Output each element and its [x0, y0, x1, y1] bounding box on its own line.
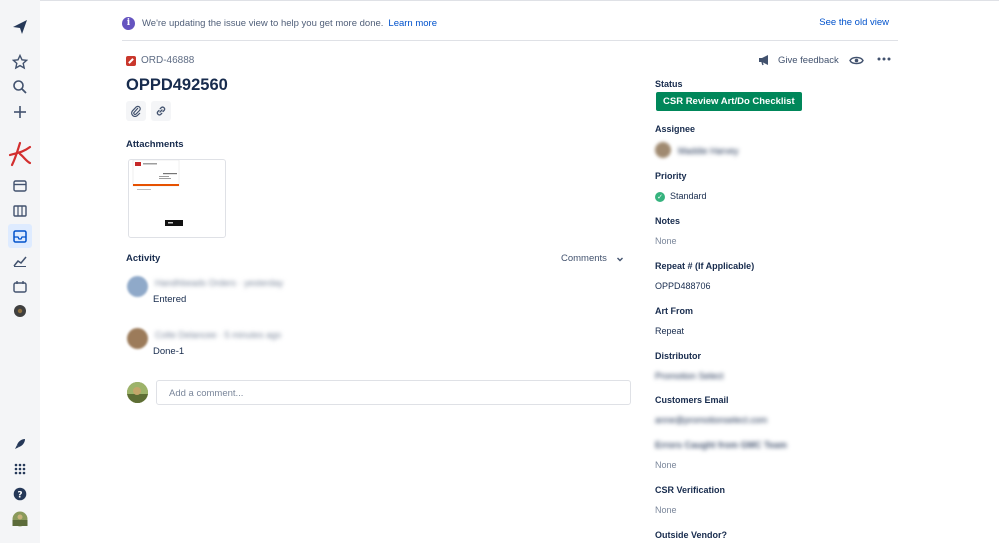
distributor-value[interactable]: Promotion Select	[655, 371, 724, 381]
learn-more-link[interactable]: Learn more	[388, 18, 437, 29]
activity-author: Colte Delancee	[155, 330, 217, 340]
document-preview-icon	[132, 160, 183, 226]
art-from-value[interactable]: Repeat	[655, 326, 684, 336]
link-issue-button[interactable]	[151, 101, 171, 121]
check-circle-icon: ✓	[655, 191, 665, 202]
banner-divider	[122, 40, 898, 41]
activity-entry-text: Done-1	[153, 346, 185, 357]
app-switcher-icon[interactable]	[8, 457, 32, 481]
link-icon	[156, 106, 166, 116]
current-user-avatar	[127, 382, 148, 403]
star-icon[interactable]	[8, 50, 32, 74]
paperclip-icon	[131, 105, 141, 117]
repeat-value[interactable]: OPPD488706	[655, 281, 711, 291]
repeat-label: Repeat # (If Applicable)	[655, 261, 755, 271]
assignee-label: Assignee	[655, 124, 696, 134]
old-view-link[interactable]: See the old view	[819, 17, 889, 28]
more-actions-button[interactable]	[877, 56, 891, 62]
assignee-value[interactable]: Maddie Harvey	[678, 146, 739, 156]
priority-field[interactable]: ✓ Standard	[655, 191, 707, 202]
errors-label: Errors Caught from GMC Team	[655, 440, 787, 450]
svg-text:?: ?	[17, 491, 22, 501]
give-feedback-button[interactable]: Give feedback	[758, 54, 839, 66]
activity-heading: Activity	[126, 253, 161, 264]
assignee-avatar	[655, 142, 671, 158]
eye-icon	[849, 56, 864, 65]
activity-entry-text: Entered	[153, 294, 187, 305]
info-icon: i	[122, 16, 135, 30]
profile-avatar-icon[interactable]	[8, 507, 32, 531]
notes-label: Notes	[655, 216, 681, 226]
help-icon[interactable]: ?	[8, 482, 32, 506]
activity-filter-dropdown[interactable]: Comments	[561, 253, 625, 264]
activity-author-meta: Colte Delancee · 5 minutes ago	[155, 330, 282, 340]
attach-button[interactable]	[126, 101, 146, 121]
issue-title[interactable]: OPPD492560	[126, 76, 228, 95]
addon-icon[interactable]	[8, 299, 32, 323]
top-border	[40, 0, 999, 1]
avatar	[127, 328, 148, 349]
activity-author: Handhbeads Orders	[155, 278, 237, 288]
csr-verification-value[interactable]: None	[655, 505, 677, 515]
global-sidebar: ?	[0, 0, 40, 543]
board-icon[interactable]	[8, 199, 32, 223]
give-feedback-label: Give feedback	[778, 54, 839, 66]
outside-vendor-label: Outside Vendor?	[655, 530, 728, 540]
priority-value: Standard	[670, 191, 707, 201]
backlog-icon[interactable]	[8, 174, 32, 198]
status-label: Status	[655, 79, 683, 89]
activity-author-meta: Handhbeads Orders · yesterday	[155, 278, 284, 288]
issue-key-link[interactable]: ORD-46888	[141, 55, 194, 66]
search-icon[interactable]	[8, 75, 32, 99]
priority-label: Priority	[655, 171, 687, 181]
csr-verification-label: CSR Verification	[655, 485, 726, 495]
chevron-down-icon	[616, 257, 623, 261]
update-banner: i We're updating the issue view to help …	[122, 12, 892, 34]
activity-filter-label: Comments	[561, 253, 607, 264]
reports-icon[interactable]	[8, 249, 32, 273]
jira-logo-icon[interactable]	[8, 15, 32, 39]
activity-time: yesterday	[244, 278, 284, 288]
status-button[interactable]: CSR Review Art/Do Checklist	[656, 92, 802, 111]
issue-type-icon	[126, 55, 136, 66]
customers-email-label: Customers Email	[655, 395, 729, 405]
customers-email-value[interactable]: anne@promotionselect.com	[655, 415, 767, 425]
project-logo-icon[interactable]	[8, 140, 32, 168]
notes-value[interactable]: None	[655, 236, 677, 246]
issues-icon[interactable]	[8, 224, 32, 248]
art-from-label: Art From	[655, 306, 693, 316]
more-dots-icon	[877, 57, 891, 61]
activity-time: 5 minutes ago	[224, 330, 282, 340]
releases-icon[interactable]	[8, 274, 32, 298]
distributor-label: Distributor	[655, 351, 701, 361]
comment-input[interactable]: Add a comment...	[156, 380, 631, 405]
megaphone-icon	[759, 55, 768, 66]
avatar	[127, 276, 148, 297]
errors-value[interactable]: None	[655, 460, 677, 470]
create-plus-icon[interactable]	[8, 100, 32, 124]
attachment-thumbnail[interactable]	[128, 159, 226, 238]
breadcrumb: ORD-46888	[126, 55, 194, 66]
rocket-icon[interactable]	[8, 432, 32, 456]
banner-message: We're updating the issue view to help yo…	[142, 17, 384, 29]
attachments-heading: Attachments	[126, 139, 184, 150]
watch-button[interactable]	[849, 55, 864, 66]
